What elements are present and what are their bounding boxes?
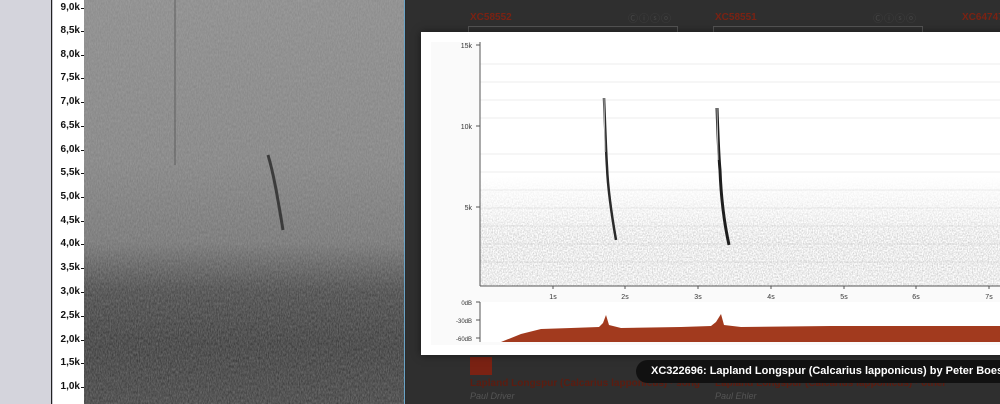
db-tick-label: -60dB bbox=[456, 337, 472, 343]
freq-tick: 4,5k bbox=[61, 216, 85, 226]
freq-tick: 7,0k bbox=[61, 97, 85, 107]
x-tick-label: 6s bbox=[912, 294, 920, 301]
recording-id-link[interactable]: XC64747 bbox=[962, 12, 1000, 23]
x-tick-label: 4s bbox=[767, 294, 775, 301]
x-tick-label: 1s bbox=[549, 294, 557, 301]
recordist-name: Paul Ehler bbox=[715, 391, 757, 401]
spectrogram-noise bbox=[84, 0, 404, 404]
y-tick-label: 10k bbox=[461, 124, 473, 131]
x-tick-label: 7s bbox=[985, 294, 993, 301]
freq-tick: 6,5k bbox=[61, 121, 85, 131]
freq-tick: 6,0k bbox=[61, 145, 85, 155]
x-tick-label: 5s bbox=[840, 294, 848, 301]
screen: 9,0k 8,5k 8,0k 7,5k 7,0k 6,5k 6,0k 5,5k … bbox=[0, 0, 1000, 404]
recording-id-link[interactable]: XC58552 bbox=[470, 12, 512, 23]
freq-tick: 1,5k bbox=[61, 358, 85, 368]
modal-caption: XC322696: Lapland Longspur (Calcarius la… bbox=[636, 360, 1000, 383]
freq-tick: 3,0k bbox=[61, 287, 85, 297]
recordist-name: Paul Driver bbox=[470, 391, 515, 401]
freq-tick: 8,0k bbox=[61, 50, 85, 60]
sonogram-modal: 15k 10k 5k 1s 2s 3s 4s 5s 6s 7s 0dB -30d… bbox=[421, 32, 1000, 355]
sonogram-panel: 15k 10k 5k 1s 2s 3s 4s 5s 6s 7s 0dB -30d… bbox=[431, 42, 1000, 345]
freq-tick: 2,5k bbox=[61, 311, 85, 321]
left-gutter bbox=[0, 0, 52, 404]
freq-tick: 2,0k bbox=[61, 335, 85, 345]
x-tick-label: 2s bbox=[621, 294, 629, 301]
play-button[interactable] bbox=[470, 357, 492, 375]
spectrogram-viewer: 9,0k 8,5k 8,0k 7,5k 7,0k 6,5k 6,0k 5,5k … bbox=[0, 0, 405, 404]
db-tick-label: 0dB bbox=[461, 301, 472, 307]
freq-tick: 8,5k bbox=[61, 26, 85, 36]
frequency-axis: 9,0k 8,5k 8,0k 7,5k 7,0k 6,5k 6,0k 5,5k … bbox=[53, 0, 85, 404]
db-tick-label: -30dB bbox=[456, 319, 472, 325]
freq-tick: 5,0k bbox=[61, 192, 85, 202]
freq-tick: 5,5k bbox=[61, 168, 85, 178]
freq-tick: 1,0k bbox=[61, 382, 85, 392]
x-tick-label: 3s bbox=[694, 294, 702, 301]
freq-tick: 9,0k bbox=[61, 3, 85, 13]
y-tick-label: 15k bbox=[461, 43, 473, 50]
freq-tick: 3,5k bbox=[61, 263, 85, 273]
freq-tick: 7,5k bbox=[61, 73, 85, 83]
background-noise bbox=[480, 42, 1000, 286]
freq-tick: 4,0k bbox=[61, 239, 85, 249]
sonogram-chart: 15k 10k 5k 1s 2s 3s 4s 5s 6s 7s 0dB -30d… bbox=[456, 42, 1000, 343]
spectrogram-image[interactable] bbox=[84, 0, 405, 404]
y-tick-label: 5k bbox=[465, 205, 473, 212]
recording-id-link[interactable]: XC58551 bbox=[715, 12, 757, 23]
